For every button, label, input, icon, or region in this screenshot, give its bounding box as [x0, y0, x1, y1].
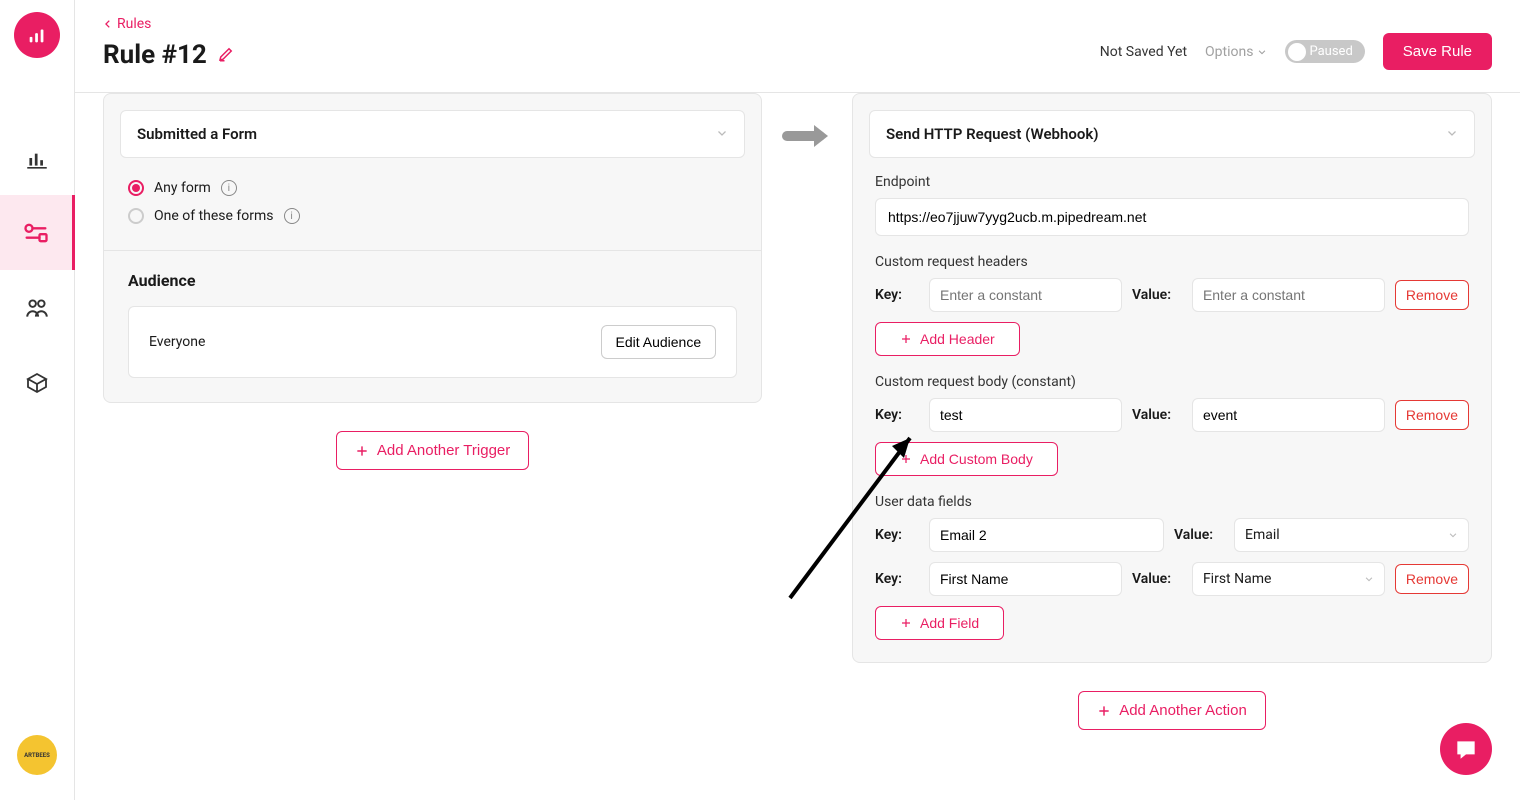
- chevron-left-icon: [103, 19, 113, 29]
- remove-body-button[interactable]: Remove: [1395, 400, 1469, 430]
- remove-field-button[interactable]: Remove: [1395, 564, 1469, 594]
- radio-icon: [128, 208, 144, 224]
- breadcrumb-label: Rules: [117, 16, 151, 32]
- radio-any-form[interactable]: Any form i: [128, 174, 737, 202]
- action-type-select[interactable]: Send HTTP Request (Webhook): [869, 110, 1475, 158]
- chevron-down-icon: [1364, 574, 1374, 584]
- chevron-down-icon: [716, 125, 728, 143]
- value-label: Value:: [1132, 571, 1182, 587]
- audience-box: Everyone Edit Audience: [128, 306, 737, 378]
- chat-widget[interactable]: [1440, 723, 1492, 775]
- body-value-input[interactable]: [1192, 398, 1385, 432]
- audience-heading: Audience: [128, 271, 737, 290]
- info-icon[interactable]: i: [284, 208, 300, 224]
- headers-title: Custom request headers: [875, 254, 1469, 270]
- options-dropdown[interactable]: Options: [1205, 44, 1267, 60]
- body-title: Custom request body (constant): [875, 374, 1469, 390]
- value-label: Value:: [1174, 527, 1224, 543]
- nav-people[interactable]: [0, 270, 75, 345]
- plus-icon: [1097, 704, 1111, 718]
- save-status: Not Saved Yet: [1100, 44, 1187, 60]
- chevron-down-icon: [1257, 47, 1267, 57]
- audience-value: Everyone: [149, 334, 205, 350]
- sidebar: ARTBEES: [0, 0, 75, 800]
- header-key-input[interactable]: [929, 278, 1122, 312]
- plus-icon: [355, 444, 369, 458]
- action-card: Send HTTP Request (Webhook) Endpoint Cus…: [852, 93, 1492, 663]
- add-field-button[interactable]: Add Field: [875, 606, 1004, 640]
- plus-icon: [900, 333, 912, 345]
- radio-one-of-forms[interactable]: One of these forms i: [128, 202, 737, 230]
- nav-analytics[interactable]: [0, 120, 75, 195]
- key-label: Key:: [875, 287, 919, 303]
- trigger-card: Submitted a Form Any form i: [103, 93, 762, 403]
- chevron-down-icon: [1448, 530, 1458, 540]
- nav-automations[interactable]: [0, 195, 75, 270]
- app-logo: [14, 12, 60, 58]
- trigger-type-select[interactable]: Submitted a Form: [120, 110, 745, 158]
- endpoint-label: Endpoint: [875, 174, 1469, 190]
- plus-icon: [900, 453, 912, 465]
- add-trigger-button[interactable]: Add Another Trigger: [336, 431, 529, 470]
- edit-audience-button[interactable]: Edit Audience: [601, 325, 717, 359]
- page-title: Rule #12: [103, 40, 207, 70]
- add-body-button[interactable]: Add Custom Body: [875, 442, 1058, 476]
- field-key-input[interactable]: [929, 562, 1122, 596]
- body-key-input[interactable]: [929, 398, 1122, 432]
- key-label: Key:: [875, 527, 919, 543]
- edit-title-icon[interactable]: [217, 40, 235, 70]
- add-header-button[interactable]: Add Header: [875, 322, 1020, 356]
- key-label: Key:: [875, 407, 919, 423]
- add-action-button[interactable]: Add Another Action: [1078, 691, 1266, 730]
- nav-cube[interactable]: [0, 345, 75, 420]
- info-icon[interactable]: i: [221, 180, 237, 196]
- endpoint-input[interactable]: [875, 198, 1469, 236]
- chat-icon: [1453, 736, 1479, 762]
- remove-header-button[interactable]: Remove: [1395, 280, 1469, 310]
- paused-toggle[interactable]: Paused: [1285, 40, 1364, 63]
- field-key-input[interactable]: [929, 518, 1164, 552]
- page-header: Rules Rule #12 Not Saved Yet Options Pau…: [75, 0, 1520, 93]
- header-value-input[interactable]: [1192, 278, 1385, 312]
- field-value-select[interactable]: Email: [1234, 518, 1469, 552]
- radio-icon: [128, 180, 144, 196]
- value-label: Value:: [1132, 287, 1182, 303]
- user-fields-title: User data fields: [875, 494, 1469, 510]
- field-value-select[interactable]: First Name: [1192, 562, 1385, 596]
- key-label: Key:: [875, 571, 919, 587]
- chevron-down-icon: [1446, 125, 1458, 143]
- plus-icon: [900, 617, 912, 629]
- save-button[interactable]: Save Rule: [1383, 33, 1492, 70]
- artbees-badge[interactable]: ARTBEES: [17, 735, 57, 775]
- flow-arrow: [762, 93, 852, 780]
- value-label: Value:: [1132, 407, 1182, 423]
- breadcrumb-back[interactable]: Rules: [103, 16, 235, 32]
